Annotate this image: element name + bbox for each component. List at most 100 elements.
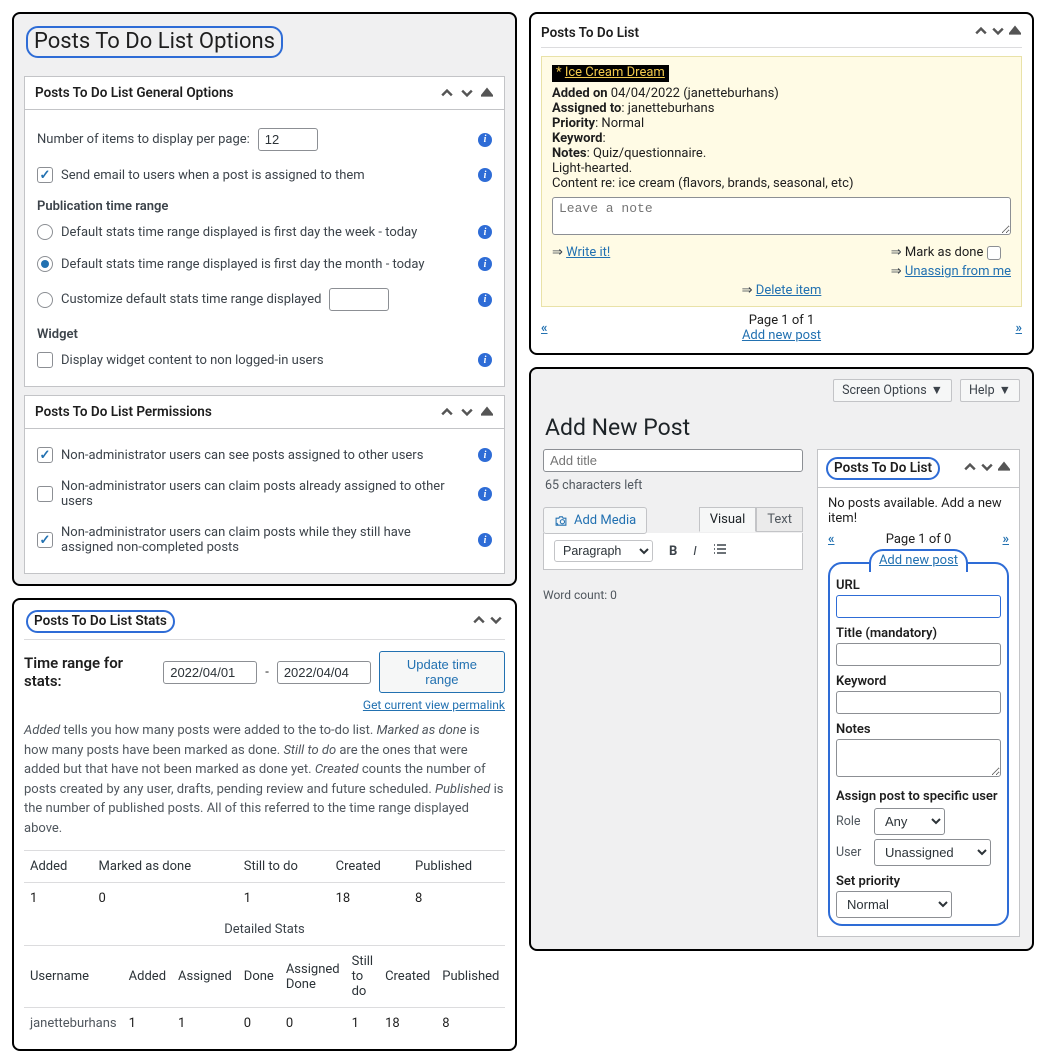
perm3-label: Non-administrator users can claim posts … [61,525,457,555]
date-to-input[interactable] [277,661,371,684]
priority-label: Set priority [836,874,1001,889]
update-time-range-button[interactable]: Update time range [379,651,505,693]
chevron-down-icon[interactable] [460,405,474,419]
caret-up-icon[interactable] [997,460,1011,474]
paragraph-select[interactable]: Paragraph [548,537,659,565]
caret-up-icon[interactable] [480,405,494,419]
url-input[interactable] [836,595,1001,618]
info-icon[interactable] [478,487,492,501]
tab-text[interactable]: Text [756,507,803,532]
list-icon[interactable] [707,539,733,563]
sidebox-title-highlight: Posts To Do List [826,457,940,480]
url-label: URL [836,578,1001,593]
th-still: Still to do [238,851,330,883]
title-label: Title (mandatory) [836,626,1001,641]
chevron-down-icon[interactable] [489,613,503,627]
info-icon[interactable] [478,448,492,462]
priority-select[interactable]: Normal [836,891,952,918]
send-email-checkbox[interactable] [37,167,53,183]
detailed-stats-heading: Detailed Stats [24,914,505,945]
send-email-label: Send email to users when a post is assig… [61,168,365,183]
stats-title-highlight: Posts To Do List Stats [26,610,175,633]
range-custom-input[interactable] [329,288,389,311]
notes-label: Notes [836,722,1001,737]
info-icon[interactable] [478,293,492,307]
title-input[interactable] [836,643,1001,666]
add-new-post-form: URL Title (mandatory) Keyword Notes Assi… [828,562,1009,926]
delete-item-link[interactable]: Delete item [756,283,822,298]
chevron-up-icon[interactable] [963,460,977,474]
chevron-up-icon[interactable] [440,86,454,100]
info-icon[interactable] [478,257,492,271]
metabox-general: Posts To Do List General Options Number … [24,76,505,387]
items-per-page-input[interactable] [258,128,318,151]
info-icon[interactable] [478,168,492,182]
perm1-label: Non-administrator users can see posts as… [61,448,423,463]
perm2-checkbox[interactable] [37,486,53,502]
info-icon[interactable] [478,353,492,367]
range-custom-label: Customize default stats time range displ… [61,292,321,307]
unassign-link[interactable]: Unassign from me [905,264,1011,279]
todo-item: * Ice Cream Dream Added on 04/04/2022 (j… [541,56,1022,307]
range-custom-radio[interactable] [37,292,53,308]
panel-todo-item: Posts To Do List * Ice Cream Dream Added… [529,12,1034,355]
chevron-down-icon[interactable] [991,24,1005,38]
tab-visual[interactable]: Visual [699,507,757,532]
bold-icon[interactable]: B [663,541,683,562]
caret-down-icon: ▼ [999,383,1011,398]
notes-textarea[interactable] [836,739,1001,777]
perm2-label: Non-administrator users can claim posts … [61,479,470,509]
range-month-label: Default stats time range displayed is fi… [61,257,425,272]
metabox-permissions: Posts To Do List Permissions Non-adminis… [24,395,505,574]
todo-item-title-link[interactable]: Ice Cream Dream [565,65,665,80]
table-row: janetteburhans 1 1 0 0 1 18 8 [24,1008,505,1040]
info-icon[interactable] [478,533,492,547]
info-icon[interactable] [478,225,492,239]
chevron-up-icon[interactable] [472,613,486,627]
post-title-input[interactable] [543,449,803,472]
date-sep: - [265,665,269,680]
user-select[interactable]: Unassigned [874,839,991,866]
widget-heading: Widget [37,327,492,342]
range-month-radio[interactable] [37,256,53,272]
leave-note-textarea[interactable] [552,197,1011,235]
add-new-post-link[interactable]: Add new post [742,328,821,343]
perm1-checkbox[interactable] [37,447,53,463]
detailed-stats-table: Username Added Assigned Done Assigned Do… [24,945,505,1039]
caret-up-icon[interactable] [480,86,494,100]
camera-icon [554,514,568,528]
widget-display-label: Display widget content to non logged-in … [61,353,324,368]
caret-up-icon[interactable] [1008,24,1022,38]
page-next[interactable]: » [1003,532,1010,547]
user-label: User [836,845,868,860]
chevron-up-icon[interactable] [974,24,988,38]
add-media-button[interactable]: Add Media [543,507,647,534]
options-title-highlight: Posts To Do List Options [26,26,283,58]
range-week-label: Default stats time range displayed is fi… [61,225,417,240]
mark-done-checkbox[interactable] [987,246,1001,260]
general-title: Posts To Do List General Options [35,85,233,101]
chevron-down-icon[interactable] [460,86,474,100]
screen-options-button[interactable]: Screen Options ▼ [833,379,952,402]
range-week-radio[interactable] [37,224,53,240]
word-count: Word count: 0 [543,570,803,602]
italic-icon[interactable]: I [687,541,702,562]
role-select[interactable]: Any [874,808,945,835]
perm3-checkbox[interactable] [37,532,53,548]
permalink-link[interactable]: Get current view permalink [363,698,505,712]
widget-display-checkbox[interactable] [37,352,53,368]
page-prev[interactable]: « [828,532,835,547]
date-from-input[interactable] [163,661,257,684]
sidebox-todo: Posts To Do List No posts available. Add… [817,449,1020,937]
keyword-input[interactable] [836,691,1001,714]
add-new-post-tab[interactable]: Add new post [869,549,968,572]
help-button[interactable]: Help ▼ [960,379,1020,402]
chevron-down-icon[interactable] [980,460,994,474]
write-it-link[interactable]: Write it! [566,245,610,260]
page-next[interactable]: » [1016,321,1023,336]
mark-done-label: Mark as done [905,245,983,260]
chevron-up-icon[interactable] [440,405,454,419]
sidebox-empty-text: No posts available. Add a new item! [828,496,1009,526]
info-icon[interactable] [478,133,492,147]
todo-item-title-badge: * Ice Cream Dream [552,65,669,82]
